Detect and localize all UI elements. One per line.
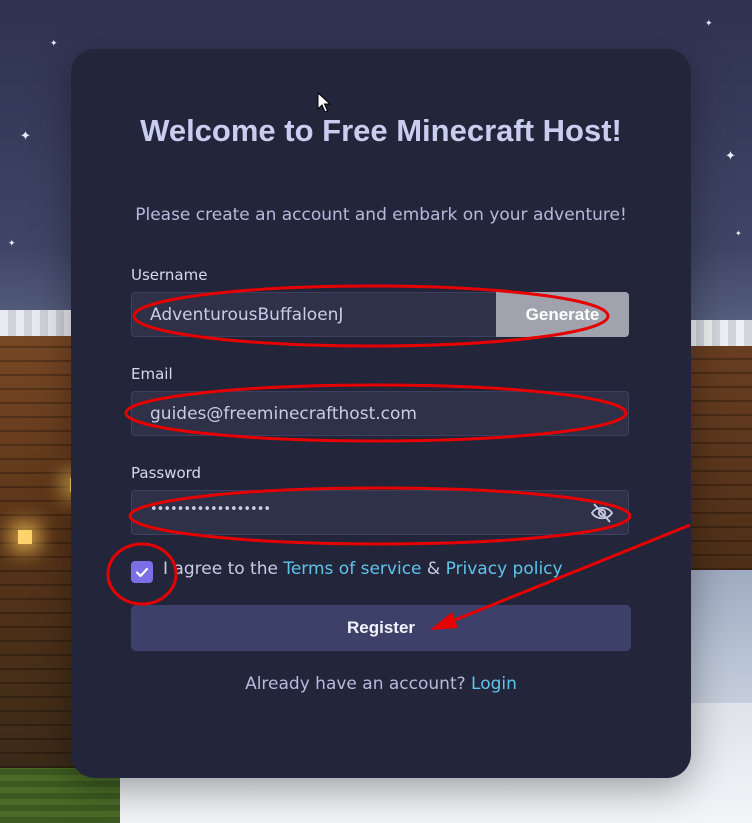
terms-of-service-link[interactable]: Terms of service (283, 559, 421, 579)
star-icon: ✦ (705, 19, 713, 29)
email-field[interactable]: guides@freeminecrafthost.com (131, 391, 629, 436)
password-field[interactable]: •••••••••••••••••• (131, 490, 629, 535)
username-value: AdventurousBuffaloenJ (150, 305, 344, 325)
generate-button[interactable]: Generate (496, 292, 629, 337)
wooden-house-right (672, 320, 752, 570)
agree-text: I agree to the Terms of service & Privac… (163, 559, 563, 579)
mouse-cursor-icon (317, 92, 332, 113)
login-prompt-text: Already have an account? (245, 674, 472, 694)
checkmark-icon (135, 567, 149, 578)
login-link[interactable]: Login (471, 674, 517, 694)
eye-slash-icon[interactable] (590, 502, 614, 524)
register-button[interactable]: Register (131, 605, 631, 651)
username-field[interactable]: AdventurousBuffaloenJ Generate (131, 292, 629, 337)
password-value: •••••••••••••••••• (150, 502, 271, 517)
star-icon: ✦ (725, 149, 736, 164)
page-subtitle: Please create an account and embark on y… (135, 205, 627, 225)
page-title: Welcome to Free Minecraft Host! (140, 113, 622, 148)
password-label: Password (131, 464, 202, 482)
star-icon: ✦ (20, 129, 31, 144)
email-value: guides@freeminecrafthost.com (150, 404, 417, 424)
privacy-policy-link[interactable]: Privacy policy (446, 559, 563, 579)
agree-checkbox[interactable] (131, 561, 153, 583)
username-label: Username (131, 266, 208, 284)
agree-prefix: I agree to the (163, 559, 284, 579)
register-card: Welcome to Free Minecraft Host! Please c… (71, 49, 691, 778)
agree-conjunction: & (421, 559, 446, 579)
star-icon: ✦ (735, 229, 742, 238)
login-prompt: Already have an account? Login (71, 674, 691, 694)
email-label: Email (131, 365, 173, 383)
star-icon: ✦ (50, 39, 58, 49)
star-icon: ✦ (8, 239, 16, 249)
